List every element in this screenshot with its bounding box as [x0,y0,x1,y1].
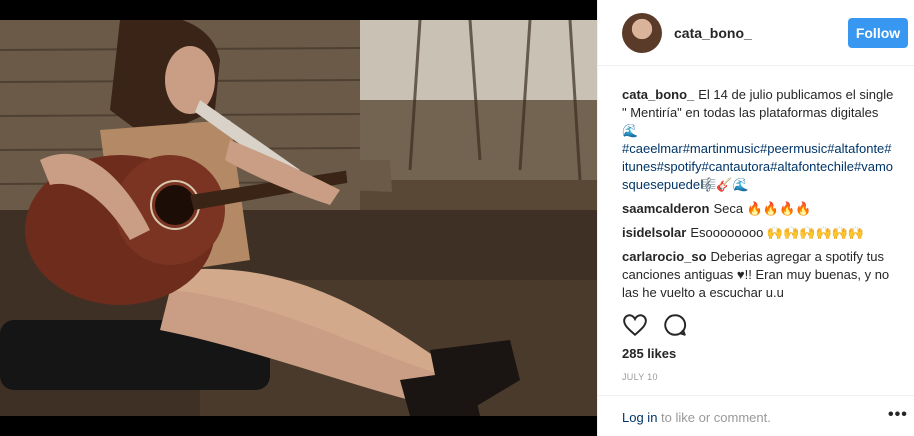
comment-username[interactable]: carlarocio_so [622,249,707,264]
post-photo[interactable] [0,20,597,416]
post-media [0,0,597,436]
login-prompt: Log in to like or comment. [622,410,771,425]
comment-username[interactable]: saamcalderon [622,201,709,216]
comment-text: Seca 🔥🔥🔥🔥 [713,201,812,216]
list-item: saamcalderon Seca 🔥🔥🔥🔥 [622,200,894,218]
caption: cata_bono_ El 14 de julio publicamos el s… [622,86,894,194]
caption-hashtags[interactable]: #caeelmar#martinmusic#peermusic#altafont… [622,140,894,194]
caption-username[interactable]: cata_bono_ [622,87,694,102]
comment-text: Esoooooooo 🙌🙌🙌🙌🙌🙌 [690,225,865,240]
post-sidebar: cata_bono_ Follow cata_bono_ El 14 de jul… [597,0,914,436]
list-item: isidelsolar Esoooooooo 🙌🙌🙌🙌🙌🙌 [622,224,894,242]
follow-button[interactable]: Follow [848,18,908,48]
comment-icon[interactable] [662,312,688,338]
comments-list: cata_bono_ El 14 de julio publicamos el s… [622,86,894,308]
more-options-icon[interactable]: ••• [888,406,908,424]
post-date[interactable]: JULY 10 [622,372,658,382]
comment-username[interactable]: isidelsolar [622,225,686,240]
login-link[interactable]: Log in [622,410,657,425]
heart-icon[interactable] [622,312,648,338]
post-footer: Log in to like or comment. ••• [598,395,914,436]
header-username[interactable]: cata_bono_ [674,25,752,41]
list-item: carlarocio_so Deberias agregar a spotify … [622,248,894,302]
post-actions [622,312,894,340]
likes-count[interactable]: 285 likes [622,346,676,361]
login-prompt-text: to like or comment. [657,410,771,425]
instagram-post: cata_bono_ Follow cata_bono_ El 14 de jul… [0,0,914,436]
photo-illustration [0,20,597,416]
post-header: cata_bono_ Follow [598,0,914,66]
avatar[interactable] [622,13,662,53]
